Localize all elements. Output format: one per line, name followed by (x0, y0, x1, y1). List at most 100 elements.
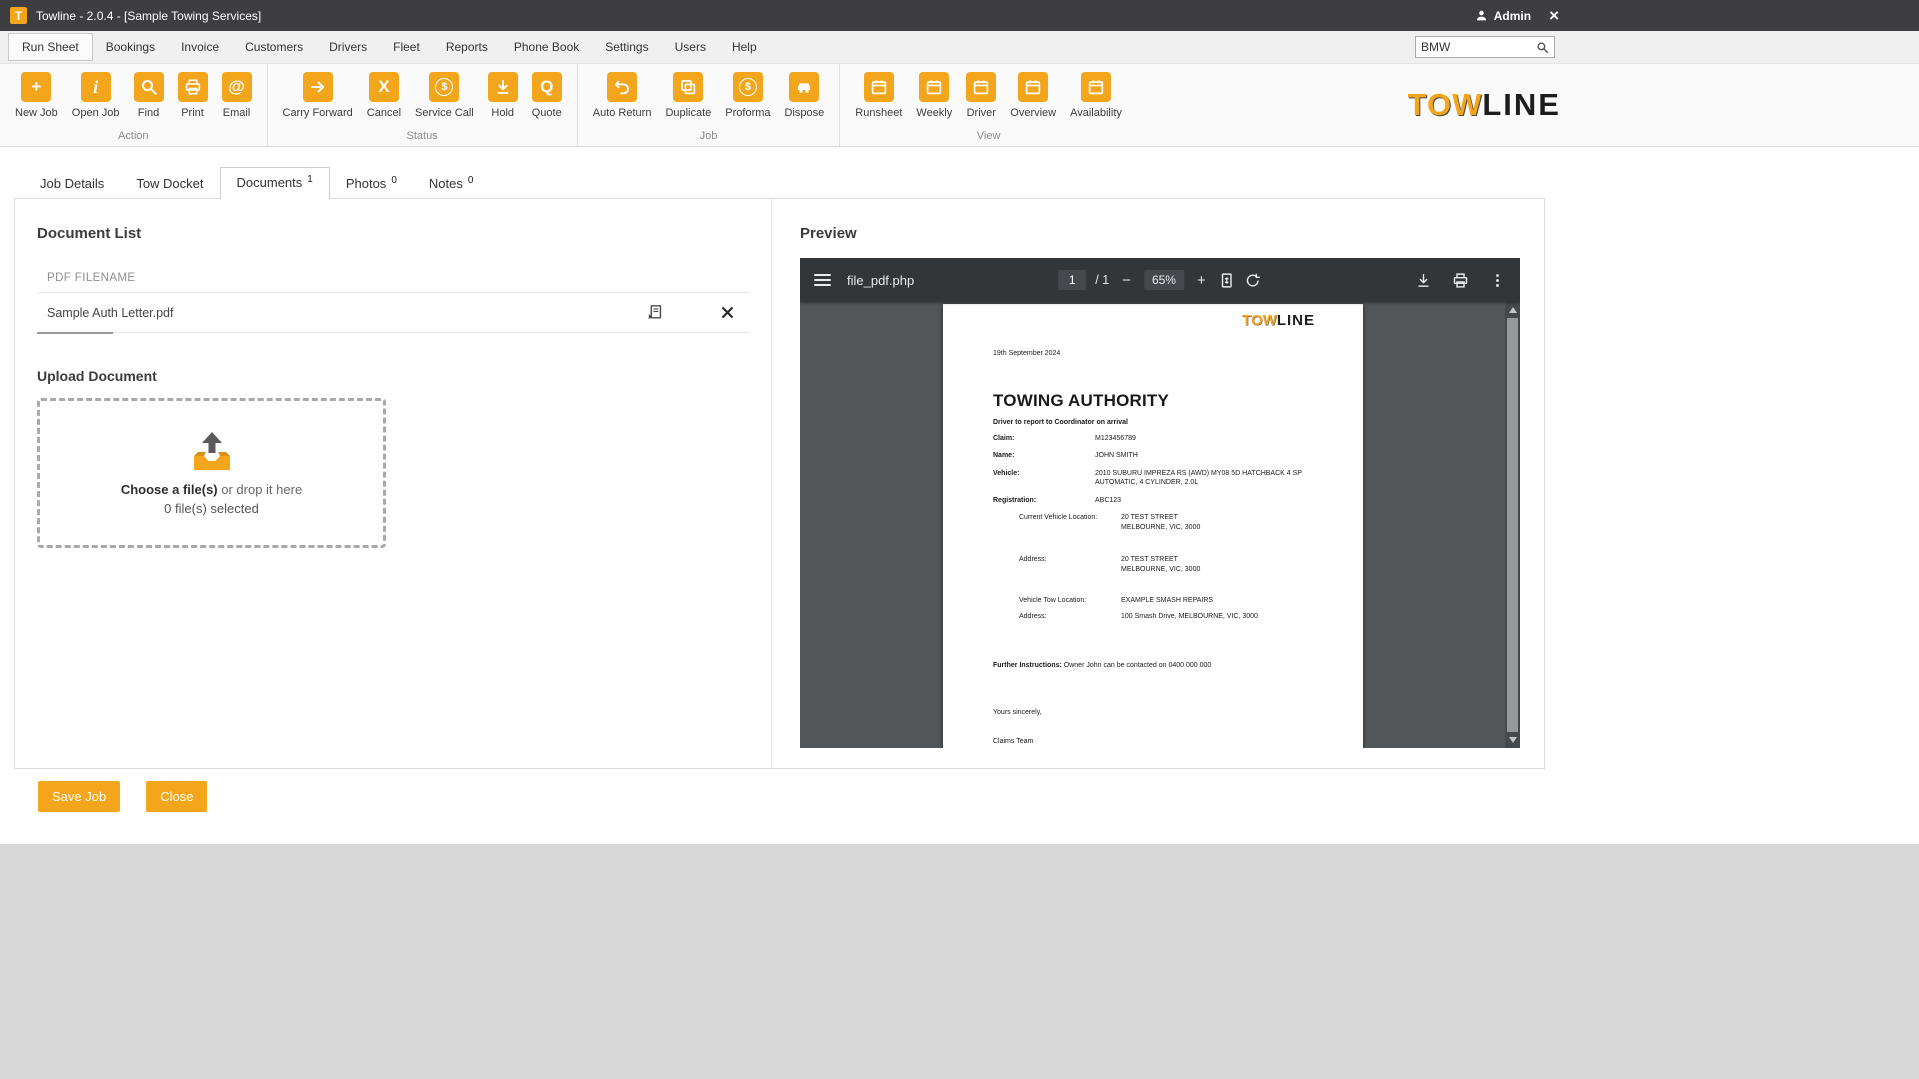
search-input[interactable] (1421, 40, 1536, 54)
open-document-icon[interactable] (647, 304, 664, 321)
preview-panel: Preview file_pdf.php / 1 − 65% + (772, 199, 1544, 768)
arrow-down-icon (488, 72, 518, 102)
menu-icon[interactable] (814, 274, 831, 286)
scrollbar-thumb[interactable] (1507, 318, 1518, 732)
search-box (1415, 36, 1555, 58)
arrow-right-icon (303, 72, 333, 102)
documents-panel: Document List PDF FILENAME Sample Auth L… (14, 198, 1545, 769)
menu-item-users[interactable]: Users (662, 34, 719, 60)
plus-icon: + (21, 72, 51, 102)
ribbon-group-action: + New Job i Open Job Find Print @ Email … (0, 64, 267, 146)
availability-button[interactable]: Availability (1065, 70, 1127, 121)
menu-item-customers[interactable]: Customers (232, 34, 316, 60)
more-options-icon[interactable] (1489, 272, 1506, 289)
menu-item-invoice[interactable]: Invoice (168, 34, 232, 60)
ribbon-toolbar: + New Job i Open Job Find Print @ Email … (0, 64, 1919, 147)
group-label-view: View (850, 128, 1127, 146)
rotate-icon[interactable] (1245, 272, 1262, 289)
pdf-scrollbar[interactable] (1505, 302, 1520, 748)
document-list-panel: Document List PDF FILENAME Sample Auth L… (15, 199, 772, 768)
x-icon: X (369, 72, 399, 102)
tab-tow-docket[interactable]: Tow Docket (120, 169, 219, 198)
pdf-page-controls: / 1 − 65% + (1058, 270, 1261, 290)
pdf-field-registration: Registration:ABC123 (993, 496, 1313, 505)
menu-item-help[interactable]: Help (719, 34, 770, 60)
menu-item-bookings[interactable]: Bookings (93, 34, 168, 60)
pdf-toolbar-actions (1415, 272, 1506, 289)
duplicate-button[interactable]: Duplicate (660, 70, 716, 121)
scroll-down-icon[interactable] (1509, 737, 1517, 743)
carry-forward-button[interactable]: Carry Forward (278, 70, 358, 121)
new-job-button[interactable]: + New Job (10, 70, 63, 121)
open-job-button[interactable]: i Open Job (67, 70, 125, 121)
download-icon[interactable] (1415, 272, 1432, 289)
upload-icon (188, 430, 236, 472)
dispose-button[interactable]: Dispose (780, 70, 830, 121)
pdf-current-address: Address: 20 TEST STREETMELBOURNE, VIC, 3… (1019, 555, 1313, 575)
tab-photos[interactable]: Photos0 (330, 169, 413, 198)
overview-button[interactable]: Overview (1005, 70, 1061, 121)
window-title: Towline - 2.0.4 - [Sample Towing Service… (36, 9, 261, 23)
auto-return-button[interactable]: Auto Return (588, 70, 657, 121)
fit-page-icon[interactable] (1219, 272, 1236, 289)
menu-item-fleet[interactable]: Fleet (380, 34, 433, 60)
zoom-level[interactable]: 65% (1144, 270, 1184, 290)
undo-icon (607, 72, 637, 102)
choose-file-link[interactable]: Choose a file(s) (121, 482, 218, 497)
runsheet-button[interactable]: Runsheet (850, 70, 907, 121)
document-row[interactable]: Sample Auth Letter.pdf (37, 293, 749, 333)
pdf-viewer-body: TOWLINE 19th September 2024 TOWING AUTHO… (800, 302, 1520, 748)
dollar-circle-icon: $ (733, 72, 763, 102)
ribbon-group-view: Runsheet Weekly Driver Overview Availabi… (839, 64, 1137, 146)
bottom-strip (0, 844, 1919, 1079)
proforma-button[interactable]: $ Proforma (720, 70, 775, 121)
cancel-job-button[interactable]: X Cancel (362, 70, 406, 121)
pdf-subheading: Driver to report to Coordinator on arriv… (993, 419, 1313, 426)
tab-job-details[interactable]: Job Details (24, 169, 120, 198)
zoom-in-button[interactable]: + (1193, 272, 1210, 289)
group-label-status: Status (278, 128, 567, 146)
menu-item-run-sheet[interactable]: Run Sheet (8, 33, 93, 61)
zoom-out-button[interactable]: − (1118, 272, 1135, 289)
document-list-title: Document List (37, 225, 749, 242)
menu-item-drivers[interactable]: Drivers (316, 34, 380, 60)
pdf-current-vehicle-location: Current Vehicle Location: 20 TEST STREET… (1019, 513, 1313, 533)
menu-item-phone-book[interactable]: Phone Book (501, 34, 592, 60)
driver-button[interactable]: Driver (961, 70, 1001, 121)
menu-item-reports[interactable]: Reports (433, 34, 501, 60)
admin-user-menu[interactable]: Admin (1475, 9, 1531, 23)
footer-actions: Save Job Close (0, 769, 1919, 844)
file-dropzone[interactable]: Choose a file(s) or drop it here 0 file(… (37, 398, 386, 548)
admin-label: Admin (1494, 9, 1531, 23)
app-logo: T (10, 7, 27, 24)
page-number-input[interactable] (1058, 270, 1086, 290)
pdf-field-vehicle: Vehicle:2010 SUBURU IMPREZA RS (AWD) MY0… (993, 469, 1313, 488)
service-call-button[interactable]: $ Service Call (410, 70, 479, 121)
pdf-tow-location: Vehicle Tow Location: EXAMPLE SMASH REPA… (1019, 596, 1313, 606)
delete-document-icon[interactable] (720, 305, 735, 320)
search-icon (134, 72, 164, 102)
find-button[interactable]: Find (129, 70, 169, 121)
upload-document-title: Upload Document (37, 368, 749, 384)
car-icon (789, 72, 819, 102)
hold-button[interactable]: Hold (483, 70, 523, 121)
weekly-button[interactable]: Weekly (911, 70, 957, 121)
q-icon: Q (532, 72, 562, 102)
print-button[interactable]: Print (173, 70, 213, 121)
tab-notes[interactable]: Notes0 (413, 169, 490, 198)
pdf-field-name: Name:JOHN SMITH (993, 451, 1313, 460)
search-icon[interactable] (1536, 41, 1549, 54)
quote-button[interactable]: Q Quote (527, 70, 567, 121)
ribbon-group-job: Auto Return Duplicate $ Proforma Dispose… (577, 64, 840, 146)
ribbon-group-status: Carry Forward X Cancel $ Service Call Ho… (267, 64, 577, 146)
menubar: Run Sheet Bookings Invoice Customers Dri… (0, 31, 1919, 64)
tab-documents[interactable]: Documents1 (220, 167, 330, 199)
email-button[interactable]: @ Email (217, 70, 257, 121)
scroll-up-icon[interactable] (1509, 307, 1517, 313)
print-icon[interactable] (1452, 272, 1469, 289)
close-button[interactable]: Close (146, 781, 207, 812)
person-icon (1475, 9, 1488, 22)
save-job-button[interactable]: Save Job (38, 781, 120, 812)
menu-item-settings[interactable]: Settings (592, 34, 661, 60)
window-close-button[interactable]: × (1549, 7, 1559, 24)
